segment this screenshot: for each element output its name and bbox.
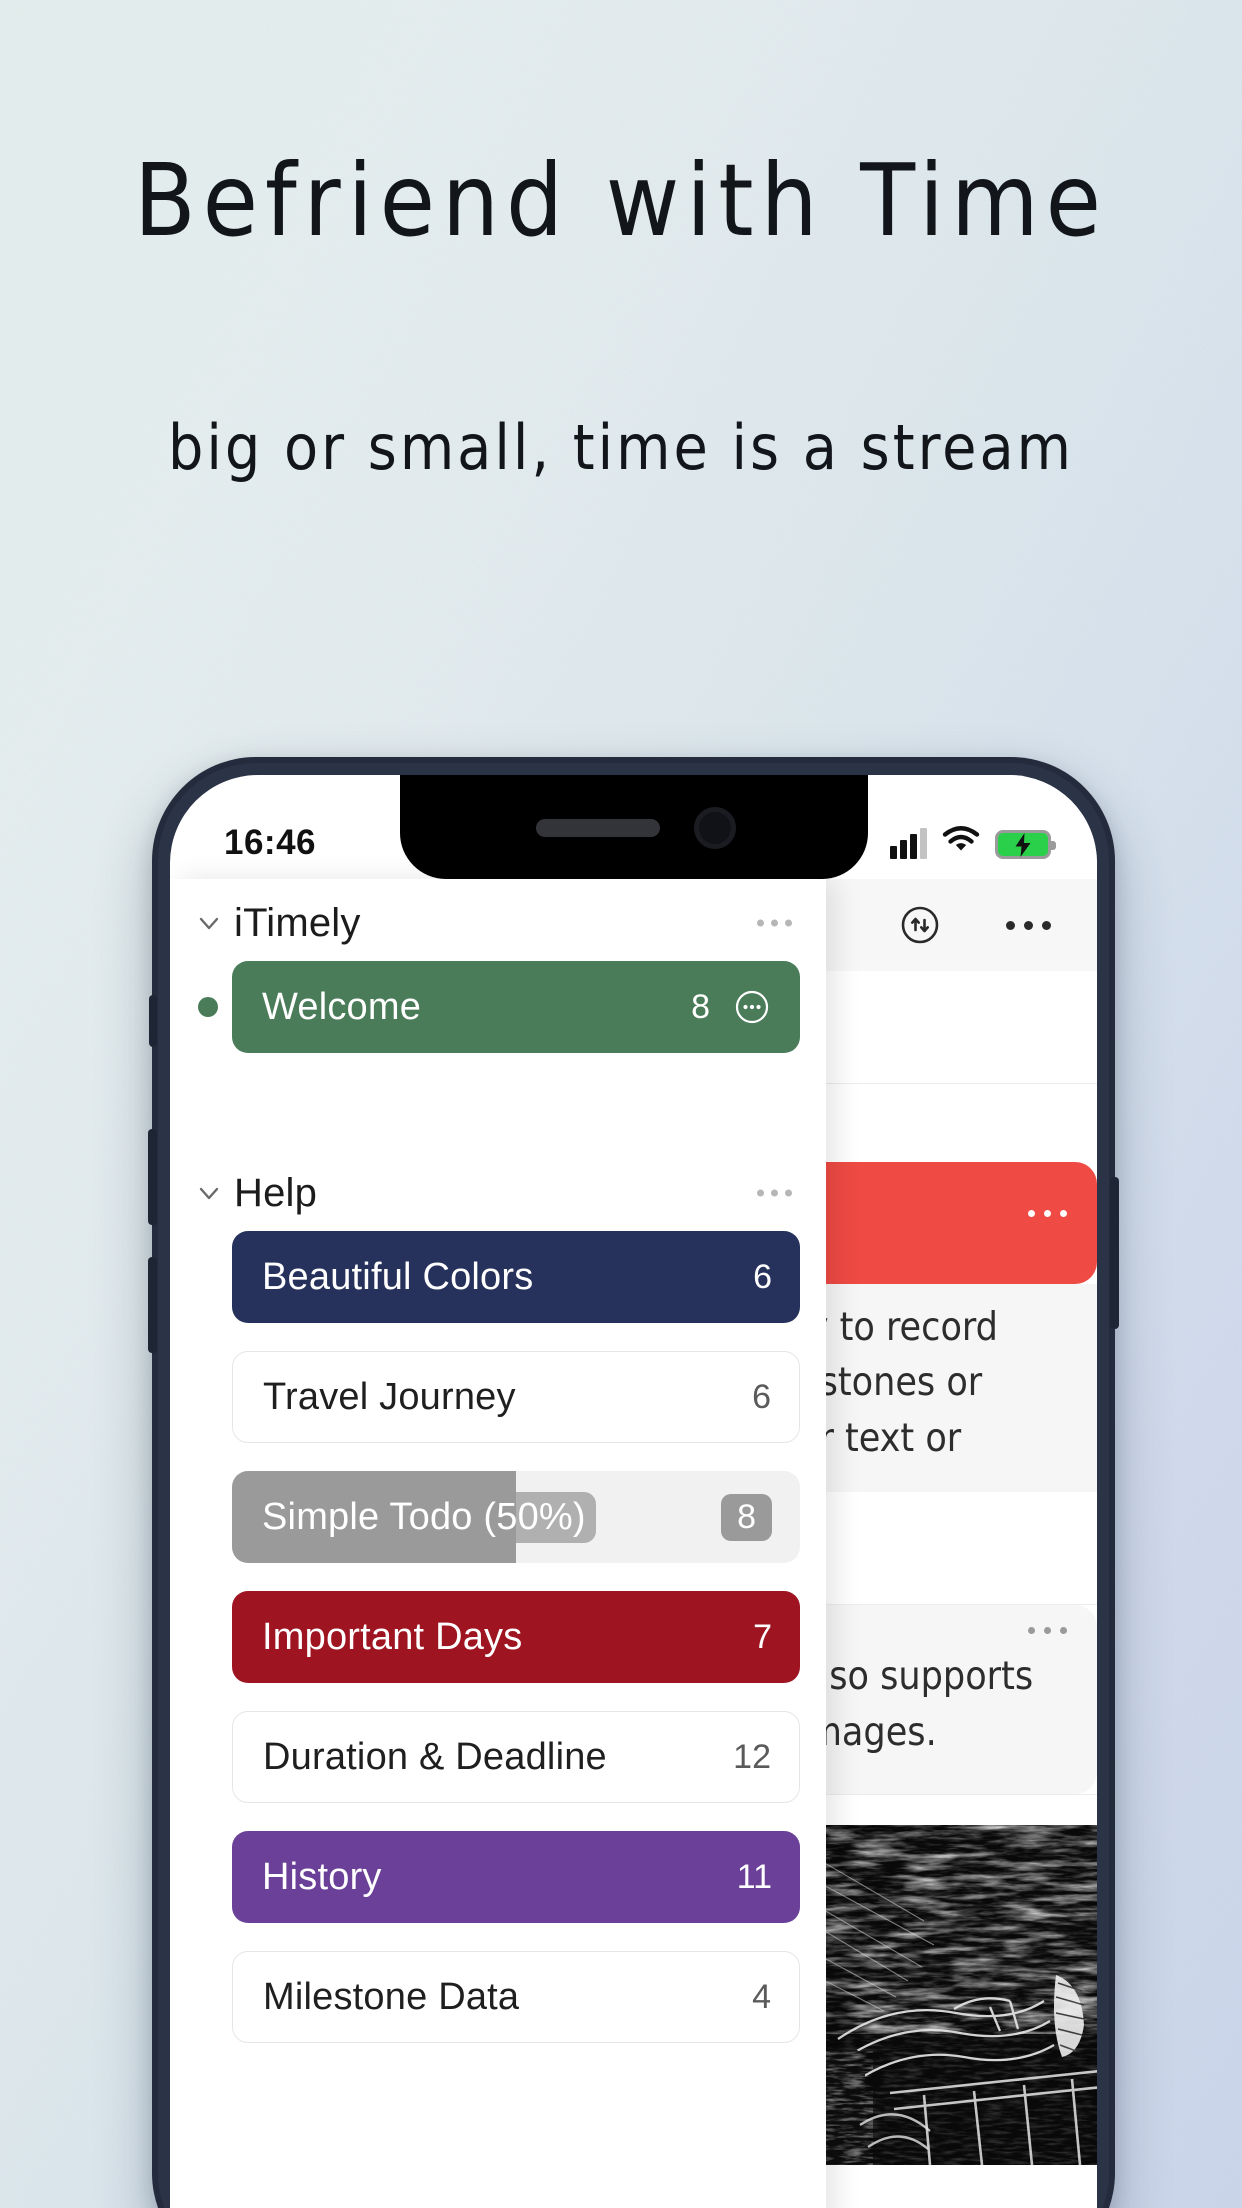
detail-text-block: ly to record estones or or text or	[798, 1284, 1097, 1493]
detail-note-card[interactable]: also supports images.	[798, 1605, 1097, 1794]
sidebar-item-count: 8	[691, 987, 710, 1026]
sidebar-group-header-itimely[interactable]: iTimely	[170, 885, 826, 961]
volume-up-button[interactable]	[148, 1129, 157, 1225]
sidebar-item-label: Simple Todo (50%)	[252, 1491, 596, 1543]
list-item-wrap: Important Days 7	[170, 1591, 826, 1683]
status-bar-icons	[890, 819, 1056, 859]
detail-note-card-menu-icon[interactable]	[1028, 1627, 1067, 1635]
list-item-wrap: Travel Journey 6	[170, 1351, 826, 1443]
chevron-down-icon[interactable]	[194, 1178, 224, 1208]
detail-pane: ly to record estones or or text or also …	[798, 775, 1097, 2208]
battery-charging-icon	[995, 830, 1056, 859]
detail-content: ly to record estones or or text or also …	[798, 971, 1097, 2208]
wifi-icon	[942, 824, 980, 859]
sidebar-item-label: Beautiful Colors	[262, 1255, 534, 1298]
sidebar-item-label: Travel Journey	[263, 1375, 516, 1418]
ellipsis-circle-icon[interactable]	[732, 987, 772, 1027]
sort-arrows-icon[interactable]	[900, 905, 940, 945]
detail-red-card[interactable]	[798, 1162, 1097, 1284]
detail-text-line: estones or	[798, 1360, 983, 1406]
detail-blank-row	[798, 1492, 1097, 1605]
detail-blank-row	[798, 1084, 1097, 1162]
sidebar: iTimely Welcome 8 Help Beautiful Colors …	[170, 879, 826, 2208]
detail-note-line: images.	[798, 1709, 937, 1755]
list-item-wrap: Beautiful Colors 6	[170, 1231, 826, 1323]
sidebar-group-header-help[interactable]: Help	[170, 1155, 826, 1231]
list-item-wrap: Milestone Data 4	[170, 1951, 826, 2043]
volume-down-button[interactable]	[148, 1257, 157, 1353]
sidebar-item-travel-journey[interactable]: Travel Journey 6	[232, 1351, 800, 1443]
sidebar-item-welcome[interactable]: Welcome 8	[232, 961, 800, 1053]
list-item-wrap: History 11	[170, 1831, 826, 1923]
sidebar-item-label: Duration & Deadline	[263, 1735, 607, 1778]
poster-canvas: Befriend with Time big or small, time is…	[0, 0, 1242, 2208]
detail-toolbar	[798, 879, 1097, 971]
silent-switch-button[interactable]	[149, 995, 157, 1047]
sidebar-item-duration-deadline[interactable]: Duration & Deadline 12	[232, 1711, 800, 1803]
sidebar-item-count: 6	[752, 1377, 771, 1416]
page-title: Befriend with Time	[133, 142, 1109, 259]
sidebar-item-count: 12	[733, 1737, 771, 1776]
sidebar-item-milestone-data[interactable]: Milestone Data 4	[232, 1951, 800, 2043]
chevron-down-icon[interactable]	[194, 908, 224, 938]
page-subtitle: big or small, time is a stream	[167, 411, 1075, 484]
phone-screen: ly to record estones or or text or also …	[170, 775, 1097, 2208]
status-bar: 16:46	[170, 775, 1097, 879]
detail-red-card-menu-icon[interactable]	[1028, 1210, 1067, 1217]
list-item-wrap: Welcome 8	[170, 961, 826, 1053]
detail-text-line: ly to record	[798, 1305, 998, 1350]
signal-bars-icon	[890, 827, 927, 859]
detail-text-line: or text or	[798, 1415, 962, 1461]
sidebar-item-count: 7	[753, 1617, 772, 1656]
sidebar-item-label: History	[262, 1855, 382, 1898]
sidebar-group-title: iTimely	[234, 900, 361, 945]
list-item-wrap: Simple Todo (50%) 8	[170, 1471, 826, 1563]
sidebar-item-count: 6	[753, 1257, 772, 1296]
detail-note-line: also supports	[798, 1654, 1034, 1700]
sidebar-item-count: 8	[721, 1493, 772, 1541]
sidebar-item-simple-todo[interactable]: Simple Todo (50%) 8	[232, 1471, 800, 1563]
sidebar-item-important-days[interactable]: Important Days 7	[232, 1591, 800, 1683]
sidebar-item-label: Important Days	[262, 1615, 523, 1658]
sidebar-item-history[interactable]: History 11	[232, 1831, 800, 1923]
sidebar-group-title: Help	[234, 1170, 318, 1215]
engraving-horse-cart-image[interactable]	[804, 1824, 1097, 2165]
detail-toolbar-menu-icon[interactable]	[1006, 920, 1051, 930]
status-bar-clock: 16:46	[224, 823, 317, 862]
sidebar-group-menu-icon[interactable]	[757, 919, 792, 927]
unread-dot-indicator	[198, 997, 218, 1017]
sidebar-item-count: 4	[752, 1977, 771, 2016]
detail-blank-row	[798, 971, 1097, 1083]
list-item-wrap: Duration & Deadline 12	[170, 1711, 826, 1803]
power-button[interactable]	[1110, 1177, 1119, 1329]
sidebar-item-label: Welcome	[262, 985, 422, 1028]
sidebar-group-menu-icon[interactable]	[757, 1189, 792, 1197]
detail-divider	[798, 1793, 1097, 1795]
sidebar-item-beautiful-colors[interactable]: Beautiful Colors 6	[232, 1231, 800, 1323]
sidebar-item-label: Milestone Data	[263, 1975, 520, 2018]
sidebar-item-count: 11	[736, 1857, 772, 1896]
phone-mockup: ly to record estones or or text or also …	[148, 757, 1119, 2208]
